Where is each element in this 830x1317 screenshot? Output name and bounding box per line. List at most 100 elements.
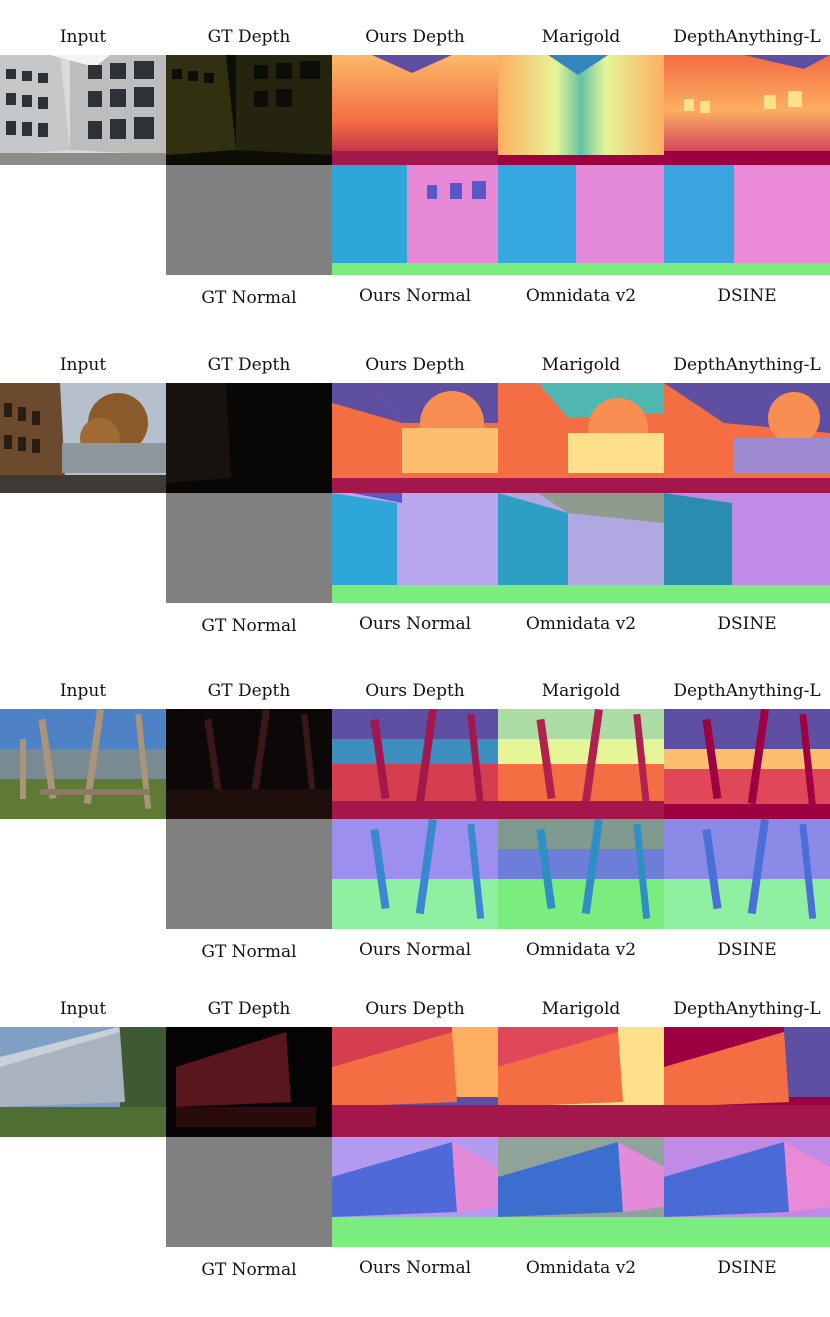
gt-depth-sparse [166,383,332,493]
gt-normal-image [166,1137,332,1247]
gt-depth-image [166,383,332,493]
label-gt-normal: GT Normal [201,616,297,636]
depth-map [664,383,830,493]
label-marigold: Marigold [541,355,621,375]
label-ours-normal: Ours Normal [358,940,472,960]
label-ours-depth: Ours Depth [365,999,465,1019]
ours-normal-image [332,819,498,929]
gt-normal-image [166,819,332,929]
gt-depth-sparse [166,55,332,165]
label-omnidata: Omnidata v2 [525,1258,637,1278]
scene-block-2: Input GT Depth Ours Depth Marigold Depth… [0,355,830,673]
normal-map [664,819,830,929]
input-image-courtyard [0,55,166,165]
dsine-normal-image [664,1137,830,1247]
label-marigold: Marigold [541,681,621,701]
input-image [0,55,166,165]
ours-normal-image [332,1137,498,1247]
marigold-depth-image [498,709,664,819]
gt-normal-image [166,165,332,275]
scene-block-4: Input GT Depth Ours Depth Marigold Depth… [0,999,830,1317]
label-ours-normal: Ours Normal [358,614,472,634]
depth-map [498,1027,664,1137]
label-depthanything: DepthAnything-L [673,681,821,701]
gt-depth-image [166,709,332,819]
depth-map [332,1027,498,1137]
ours-depth-image [332,709,498,819]
input-image [0,709,166,819]
label-input: Input [59,681,107,701]
ours-normal-image [332,165,498,275]
marigold-depth-image [498,383,664,493]
marigold-depth-image [498,55,664,165]
label-gt-normal: GT Normal [201,288,297,308]
label-gt-depth: GT Depth [207,355,291,375]
input-image [0,1027,166,1137]
gt-normal-image [166,493,332,603]
normal-map [498,493,664,603]
label-input: Input [59,999,107,1019]
gt-depth-sparse [166,1027,332,1137]
normal-map [664,1137,830,1247]
scene-block-1: Input GT Depth Ours Depth Marigold Depth… [0,27,830,345]
input-image-playground [0,709,166,819]
input-image [0,383,166,493]
ours-depth-image [332,383,498,493]
normal-map [498,165,664,275]
label-ours-depth: Ours Depth [365,27,465,47]
depth-map [332,383,498,493]
label-gt-depth: GT Depth [207,27,291,47]
empty-cell [0,165,166,275]
gt-depth-image [166,1027,332,1137]
label-dsine: DSINE [717,1258,777,1278]
scene-block-3: Input GT Depth Ours Depth Marigold Depth… [0,681,830,999]
input-image-brick-building [0,383,166,493]
depthanything-depth-image [664,383,830,493]
comparison-figure: { "columns": { "input": "Input", "gt_dep… [0,0,830,1308]
label-depthanything: DepthAnything-L [673,999,821,1019]
label-marigold: Marigold [541,27,621,47]
label-ours-depth: Ours Depth [365,681,465,701]
label-omnidata: Omnidata v2 [525,286,637,306]
empty-cell [0,1137,166,1247]
normal-map [664,493,830,603]
input-image-long-building [0,1027,166,1137]
depth-map [332,55,498,165]
empty-cell [0,493,166,603]
normal-map [664,165,830,275]
omnidata-normal-image [498,165,664,275]
label-input: Input [59,27,107,47]
label-gt-normal: GT Normal [201,942,297,962]
dsine-normal-image [664,493,830,603]
empty-cell [0,819,166,929]
label-gt-depth: GT Depth [207,999,291,1019]
marigold-depth-image [498,1027,664,1137]
depthanything-depth-image [664,1027,830,1137]
normal-map [332,819,498,929]
ours-depth-image [332,55,498,165]
depth-map [498,383,664,493]
label-dsine: DSINE [717,286,777,306]
ours-depth-image [332,1027,498,1137]
label-ours-normal: Ours Normal [358,1258,472,1278]
omnidata-normal-image [498,493,664,603]
label-ours-depth: Ours Depth [365,355,465,375]
depthanything-depth-image [664,709,830,819]
omnidata-normal-image [498,1137,664,1247]
label-gt-normal: GT Normal [201,1260,297,1280]
label-dsine: DSINE [717,614,777,634]
dsine-normal-image [664,819,830,929]
normal-map [498,1137,664,1247]
depth-map [498,55,664,165]
label-gt-depth: GT Depth [207,681,291,701]
normal-map [332,1137,498,1247]
gt-depth-image [166,55,332,165]
label-dsine: DSINE [717,940,777,960]
normal-map [332,165,498,275]
label-ours-normal: Ours Normal [358,286,472,306]
normal-map [498,819,664,929]
depth-map [664,709,830,819]
depth-map [664,1027,830,1137]
depthanything-depth-image [664,55,830,165]
gt-depth-sparse [166,709,332,819]
